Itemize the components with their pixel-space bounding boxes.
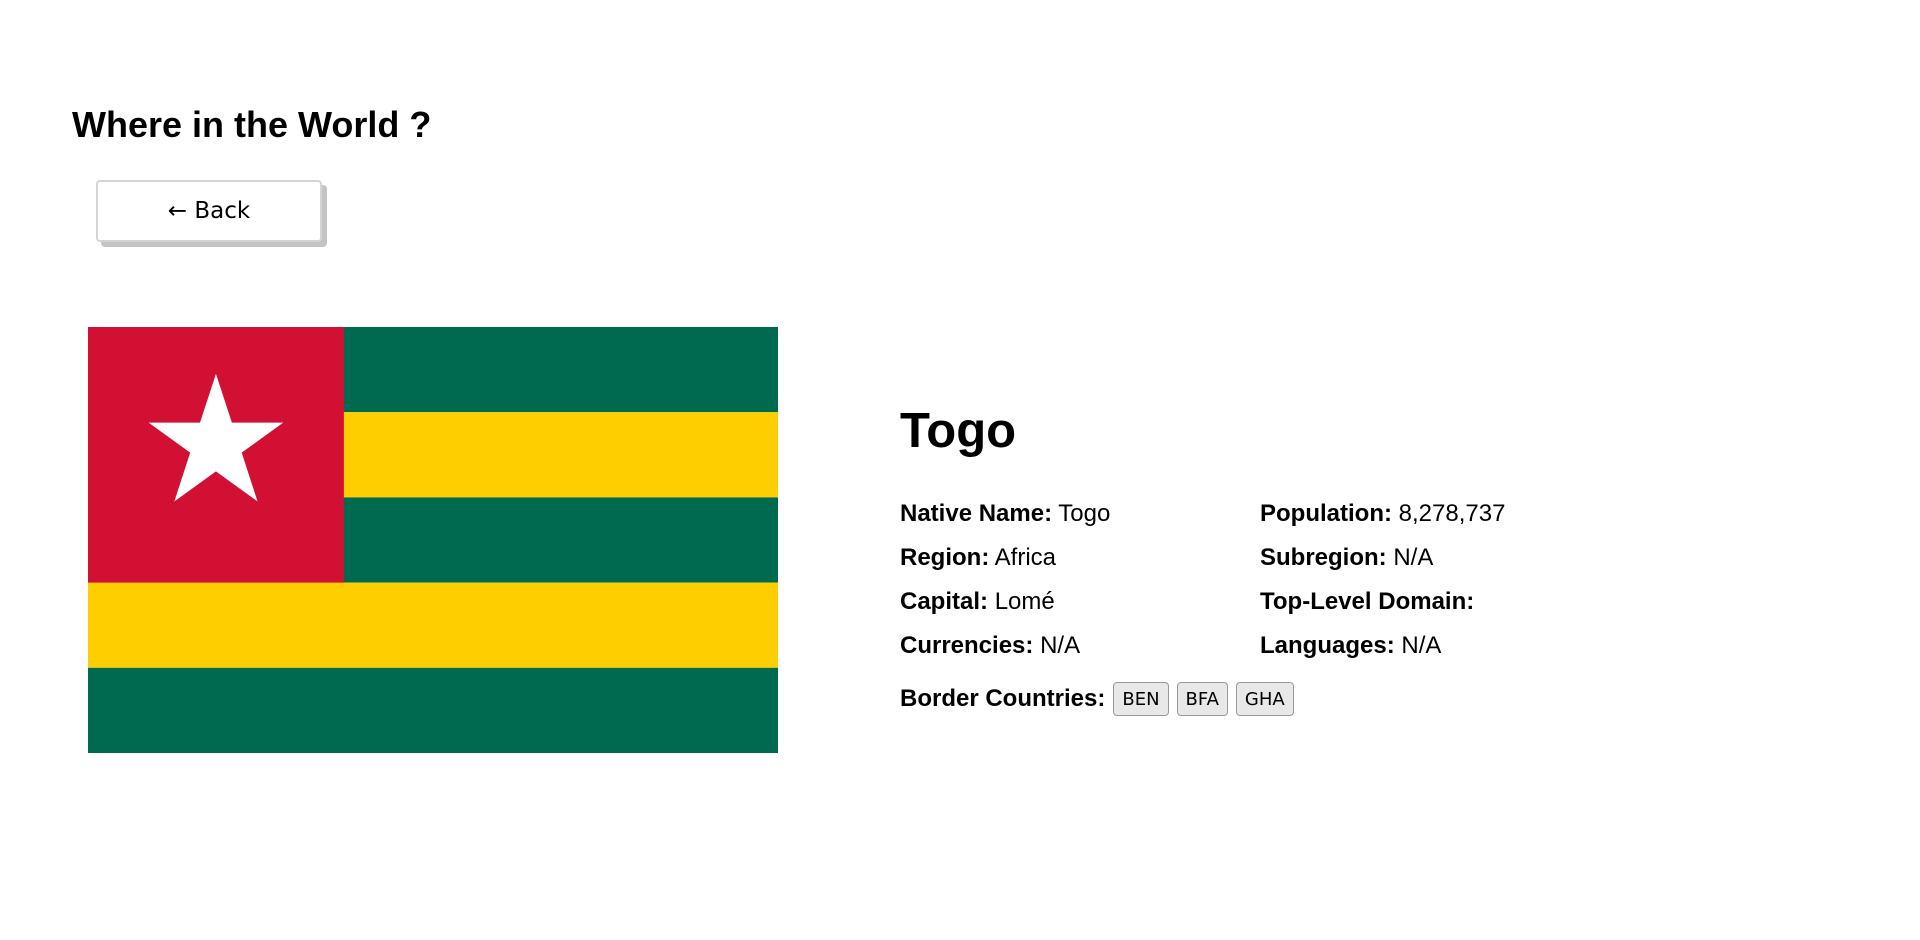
region-row: Region: Africa — [900, 536, 1110, 580]
togo-flag-image — [88, 327, 778, 753]
country-details: Togo Native Name: Togo Region: Africa Ca… — [900, 400, 1660, 716]
population-value: 8,278,737 — [1398, 500, 1506, 527]
languages-value: N/A — [1401, 632, 1442, 659]
capital-label: Capital: — [900, 588, 989, 615]
capital-value: Lomé — [994, 588, 1055, 615]
subregion-row: Subregion: N/A — [1260, 536, 1505, 580]
native-name-label: Native Name: — [900, 500, 1053, 527]
languages-row: Languages: N/A — [1260, 624, 1505, 668]
country-info: Native Name: Togo Region: Africa Capital… — [900, 492, 1660, 668]
border-countries: Border Countries: BEN BFA GHA — [900, 682, 1660, 716]
currencies-row: Currencies: N/A — [900, 624, 1110, 668]
info-column-right: Population: 8,278,737 Subregion: N/A Top… — [1260, 492, 1505, 668]
border-country-button[interactable]: GHA — [1235, 682, 1294, 716]
border-countries-label: Border Countries: — [900, 685, 1106, 712]
top-level-domain-row: Top-Level Domain: — [1260, 580, 1505, 624]
subregion-value: N/A — [1393, 544, 1434, 571]
flag-stripe-yellow-2 — [88, 582, 778, 668]
languages-label: Languages: — [1260, 632, 1395, 659]
back-button[interactable]: ← Back — [96, 180, 322, 242]
population-label: Population: — [1260, 500, 1392, 527]
flag-stripe-green-3 — [88, 667, 778, 753]
native-name-value: Togo — [1058, 500, 1111, 527]
border-country-button[interactable]: BFA — [1176, 682, 1228, 716]
info-column-left: Native Name: Togo Region: Africa Capital… — [900, 492, 1110, 668]
app-title: Where in the World ? — [72, 104, 432, 145]
population-row: Population: 8,278,737 — [1260, 492, 1505, 536]
top-level-domain-label: Top-Level Domain: — [1260, 588, 1475, 615]
currencies-value: N/A — [1040, 632, 1081, 659]
capital-row: Capital: Lomé — [900, 580, 1110, 624]
region-label: Region: — [900, 544, 990, 571]
border-country-button[interactable]: BEN — [1113, 682, 1169, 716]
currencies-label: Currencies: — [900, 632, 1034, 659]
region-value: Africa — [994, 544, 1057, 571]
native-name-row: Native Name: Togo — [900, 492, 1110, 536]
subregion-label: Subregion: — [1260, 544, 1387, 571]
country-name: Togo — [900, 404, 1017, 458]
country-flag — [88, 327, 778, 753]
